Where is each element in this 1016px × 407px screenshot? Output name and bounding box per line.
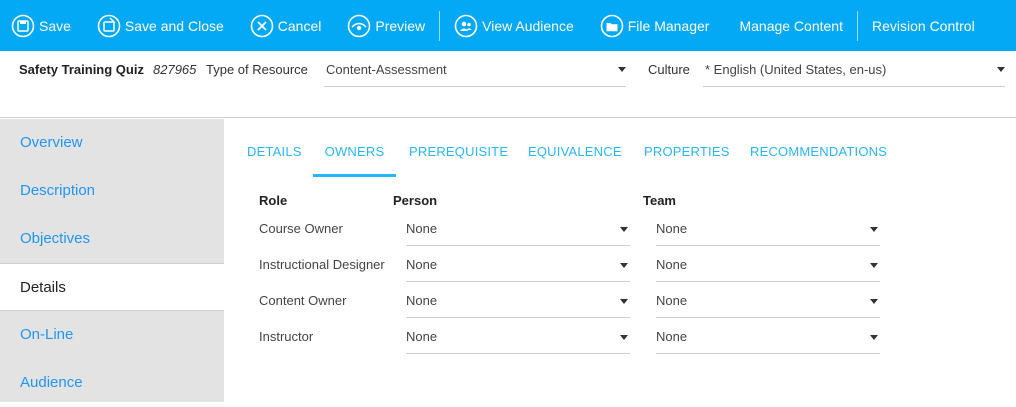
chevron-down-icon [870,335,878,340]
chevron-down-icon [870,263,878,268]
type-of-resource-select[interactable]: Content-Assessment [324,57,626,87]
sidebar-item-objectives[interactable]: Objectives [0,215,224,263]
cancel-icon [250,14,274,38]
resource-title: Safety Training Quiz [19,62,144,77]
person-select-instructional-designer[interactable]: None [406,248,630,282]
save-and-close-label: Save and Close [124,17,224,34]
eye-icon [347,14,371,38]
save-label: Save [39,17,71,34]
tab-prerequisite[interactable]: PREREQUISITE [409,120,508,177]
role-label-content-owner: Content Owner [259,293,347,308]
sidebar-item-audience[interactable]: Audience [0,359,224,407]
revision-control-label: Revision Control [871,17,975,34]
users-icon [454,14,478,38]
tab-details[interactable]: DETAILS [247,120,302,177]
tab-recommendations[interactable]: RECOMMENDATIONS [750,120,887,177]
role-column-header: Role [259,193,288,208]
person-select-content-owner[interactable]: None [406,284,630,318]
view-audience-label: View Audience [482,17,574,34]
chevron-down-icon [870,227,878,232]
type-of-resource-value: Content-Assessment [326,62,447,77]
sidebar-item-description[interactable]: Description [0,167,224,215]
person-select-course-owner[interactable]: None [406,212,630,246]
chevron-down-icon [620,263,628,268]
resource-id: 827965 [153,62,197,77]
team-select-content-owner[interactable]: None [656,284,880,318]
cancel-label: Cancel [277,17,322,34]
person-column-header: Person [393,193,438,208]
person-select-instructor[interactable]: None [406,320,630,354]
role-label-course-owner: Course Owner [259,221,343,236]
culture-label: Culture [648,62,690,77]
person-value: None [406,257,438,272]
culture-value: * English (United States, en-us) [705,62,887,77]
tab-owners[interactable]: OWNERS [313,120,396,177]
team-select-course-owner[interactable]: None [656,212,880,246]
person-value: None [406,329,438,344]
preview-button[interactable]: Preview [339,0,433,51]
role-label-instructional-designer: Instructional Designer [259,257,385,272]
sidebar-item-details[interactable]: Details [0,263,224,311]
chevron-down-icon [620,335,628,340]
toolbar: Save Save and Close Cancel Preview View … [0,0,1016,51]
chevron-down-icon [620,299,628,304]
save-button[interactable]: Save [0,0,79,51]
sidebar-item-on-line[interactable]: On-Line [0,311,224,359]
manage-content-label: Manage Content [739,17,843,34]
chevron-down-icon [620,227,628,232]
file-manager-button[interactable]: File Manager [592,0,718,51]
save-and-close-button[interactable]: Save and Close [89,0,232,51]
person-value: None [406,221,438,236]
manage-content-button[interactable]: Manage Content [731,0,851,51]
team-select-instructional-designer[interactable]: None [656,248,880,282]
person-value: None [406,293,438,308]
type-of-resource-label: Type of Resource [206,62,308,77]
tab-equivalence[interactable]: EQUIVALENCE [528,120,622,177]
cancel-button[interactable]: Cancel [242,0,330,51]
team-value: None [656,221,688,236]
culture-select[interactable]: * English (United States, en-us) [703,57,1005,87]
preview-label: Preview [375,17,426,34]
tab-properties[interactable]: PROPERTIES [644,120,730,177]
save-icon [11,14,35,38]
chevron-down-icon [997,67,1005,72]
team-value: None [656,293,688,308]
revision-control-button[interactable]: Revision Control [864,0,983,51]
toolbar-divider [439,10,441,41]
team-value: None [656,329,688,344]
folder-icon [600,14,624,38]
chevron-down-icon [618,67,626,72]
toolbar-divider [856,10,858,41]
view-audience-button[interactable]: View Audience [446,0,582,51]
sidebar-nav: Overview Description Objectives Details … [0,119,224,402]
resource-header: Safety Training Quiz 827965 Type of Reso… [0,51,1016,118]
team-value: None [656,257,688,272]
file-manager-label: File Manager [627,17,710,34]
team-column-header: Team [643,193,676,208]
chevron-down-icon [870,299,878,304]
sidebar-item-overview[interactable]: Overview [0,119,224,167]
save-close-icon [97,14,121,38]
role-label-instructor: Instructor [259,329,314,344]
team-select-instructor[interactable]: None [656,320,880,354]
